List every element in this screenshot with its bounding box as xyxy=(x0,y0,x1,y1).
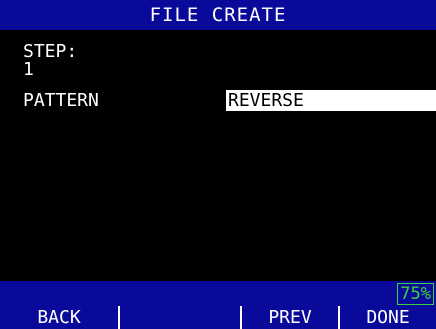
blank-softkey[interactable] xyxy=(118,306,240,329)
content-area: STEP: 1 PATTERN REVERSE xyxy=(0,30,436,281)
battery-indicator: 75% xyxy=(397,283,434,305)
pattern-value-field[interactable]: REVERSE xyxy=(226,90,436,111)
back-softkey[interactable]: BACK xyxy=(0,306,118,329)
status-bar: 75% xyxy=(0,281,436,306)
prev-softkey[interactable]: PREV xyxy=(240,306,338,329)
title-bar: FILE CREATE xyxy=(0,0,436,30)
screen-title: FILE CREATE xyxy=(149,3,287,26)
done-softkey[interactable]: DONE xyxy=(338,306,436,329)
pattern-label: PATTERN xyxy=(23,90,99,111)
step-value: 1 xyxy=(23,59,34,80)
softkey-bar: BACK PREV DONE xyxy=(0,306,436,329)
